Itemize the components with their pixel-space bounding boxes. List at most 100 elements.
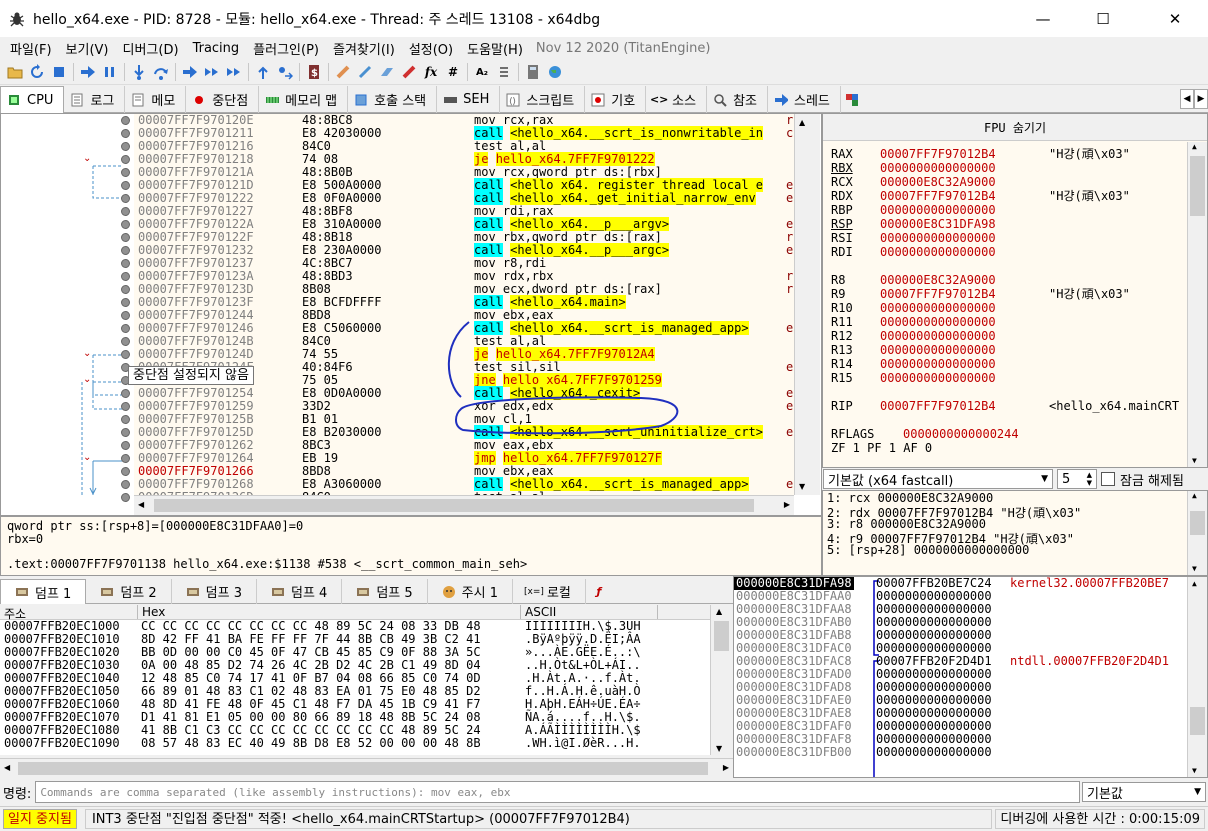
register-row[interactable]: RBP 0000000000000000: [823, 203, 1183, 217]
dump-hex[interactable]: 08 57 48 83 EC 40 49 8B D8 E8 52 00 00 0…: [141, 737, 481, 750]
breakpoint-dot-icon[interactable]: [121, 480, 130, 489]
tab-notes[interactable]: 메모: [125, 86, 187, 113]
bookmark-icon[interactable]: [400, 63, 418, 81]
menu-favourites[interactable]: 즐겨찾기(I): [326, 39, 402, 58]
tab-script[interactable]: ⟨⟩ 스크립트: [500, 86, 586, 113]
register-row[interactable]: R10 0000000000000000: [823, 301, 1183, 315]
scroll-up-icon[interactable]: ▲: [1192, 579, 1197, 588]
breakpoint-dot-icon[interactable]: [121, 493, 130, 502]
register-value[interactable]: 0000000000000000: [880, 231, 996, 245]
disasm-target[interactable]: <hello_x64._register_thread_local_e: [510, 178, 764, 192]
disasm-target[interactable]: hello_x64.7FF7F9701222: [495, 152, 655, 166]
register-value[interactable]: 0000000000000000: [880, 315, 996, 329]
scrollbar-thumb[interactable]: [154, 499, 754, 512]
scroll-down-icon[interactable]: ▼: [1192, 564, 1197, 573]
register-value[interactable]: 0000000000000244: [903, 427, 1019, 441]
breakpoint-dot-icon[interactable]: [121, 259, 130, 268]
register-row[interactable]: R14 0000000000000000: [823, 357, 1183, 371]
disasm-target[interactable]: <hello_x64.__p___argv>: [510, 217, 670, 231]
register-row[interactable]: R13 0000000000000000: [823, 343, 1183, 357]
menu-view[interactable]: 보기(V): [59, 39, 116, 58]
fpu-toggle-button[interactable]: FPU 숨기기: [823, 114, 1207, 141]
tab-seh[interactable]: SEH: [437, 86, 501, 113]
register-row[interactable]: R8 000000E8C32A9000: [823, 273, 1183, 287]
script-icon[interactable]: $: [305, 63, 323, 81]
disasm-target[interactable]: <hello_x64.main>: [510, 295, 626, 309]
breakpoint-dot-icon[interactable]: [121, 389, 130, 398]
disasm-target[interactable]: <hello_x64.__p___argc>: [510, 243, 670, 257]
dump-tab[interactable]: [x=] 로컬: [513, 579, 586, 604]
breakpoint-dot-icon[interactable]: [121, 311, 130, 320]
comment-icon[interactable]: [356, 63, 374, 81]
scroll-down-icon[interactable]: ▼: [716, 744, 722, 753]
close-button[interactable]: ✕: [1152, 0, 1198, 37]
register-value[interactable]: 0000000000000000: [880, 371, 996, 385]
breakpoint-dot-icon[interactable]: [121, 350, 130, 359]
dump-header-hex[interactable]: Hex: [138, 605, 521, 619]
breakpoint-dot-icon[interactable]: [121, 415, 130, 424]
arguments-scrollbar[interactable]: ▲ ▼: [1187, 491, 1207, 575]
pause-icon[interactable]: [101, 63, 119, 81]
register-row[interactable]: R12 0000000000000000: [823, 329, 1183, 343]
register-value[interactable]: 0000000000000000: [880, 161, 996, 175]
register-value[interactable]: 000000E8C31DFA98: [880, 217, 996, 231]
register-row[interactable]: R9 00007FF7F97012B4 "H걍(頑\x03": [823, 287, 1183, 301]
dump-header-ascii[interactable]: ASCII: [521, 605, 658, 619]
scroll-up-icon[interactable]: ▲: [1192, 491, 1197, 500]
register-row[interactable]: ZF 1 PF 1 AF 0: [823, 441, 1183, 455]
breakpoint-dot-icon[interactable]: [121, 142, 130, 151]
register-row[interactable]: RSP 000000E8C31DFA98: [823, 217, 1183, 231]
register-row[interactable]: RSI 0000000000000000: [823, 231, 1183, 245]
breakpoint-dot-icon[interactable]: [121, 116, 130, 125]
disasm-target[interactable]: <hello_x64.__scrt_is_managed_app>: [510, 477, 749, 491]
dump-tab[interactable]: 주시 1: [428, 579, 513, 604]
register-row[interactable]: R11 0000000000000000: [823, 315, 1183, 329]
register-row[interactable]: RCX 000000E8C32A9000: [823, 175, 1183, 189]
stack-value[interactable]: 0000000000000000: [876, 746, 992, 759]
command-mode-select[interactable]: 기본값 ▼: [1082, 782, 1206, 802]
disasm-target[interactable]: hello_x64.7FF7F97012A4: [495, 347, 655, 361]
dump-row[interactable]: 00007FFB20EC1090 08 57 48 83 EC 40 49 8B …: [0, 737, 710, 750]
scrollbar-thumb[interactable]: [1190, 511, 1205, 535]
disasm-target[interactable]: <hello_x64._get_initial_narrow_env: [510, 191, 756, 205]
register-value[interactable]: 0000000000000000: [880, 329, 996, 343]
scroll-up-icon[interactable]: ▲: [716, 607, 722, 616]
breakpoint-dot-icon[interactable]: [121, 402, 130, 411]
dump-ascii[interactable]: .WH.ì@I.ØèR...H.: [525, 737, 641, 750]
tab-scroll-right-icon[interactable]: ▶: [1194, 89, 1208, 109]
function-icon[interactable]: fx: [422, 63, 440, 81]
run-icon[interactable]: [79, 63, 97, 81]
stack-row[interactable]: 000000E8C31DFB00 0000000000000000: [734, 746, 1207, 759]
tab-memory-map[interactable]: 메모리 맵: [259, 86, 349, 113]
step-over-icon[interactable]: [152, 63, 170, 81]
breakpoint-dot-icon[interactable]: [121, 246, 130, 255]
dump-tab[interactable]: 덤프 1: [0, 579, 87, 604]
tab-threads[interactable]: 스레드: [768, 86, 841, 113]
tab-symbols[interactable]: 기호: [585, 86, 647, 113]
tab-scroll-left-icon[interactable]: ◀: [1180, 89, 1194, 109]
disasm-horizontal-scrollbar[interactable]: ◀ ▶: [134, 495, 794, 515]
register-value[interactable]: 00007FF7F97012B4: [880, 189, 996, 203]
register-value[interactable]: 0000000000000000: [880, 357, 996, 371]
scroll-left-icon[interactable]: ◀: [4, 763, 10, 772]
stack-scrollbar[interactable]: ▲ ▼: [1187, 577, 1207, 777]
menu-options[interactable]: 설정(O): [402, 39, 460, 58]
disasm-target[interactable]: hello_x64.7FF7F970127F: [502, 451, 662, 465]
scroll-up-icon[interactable]: ▲: [799, 118, 805, 127]
dump-tab[interactable]: 덤프 4: [257, 579, 343, 604]
disasm-target[interactable]: <hello_x64._cexit>: [510, 386, 641, 400]
breakpoint-dot-icon[interactable]: [121, 168, 130, 177]
tab-references[interactable]: 참조: [707, 86, 768, 113]
dump-header-address[interactable]: 주소: [0, 605, 138, 621]
scrollbar-thumb[interactable]: [18, 762, 708, 775]
tab-breakpoints[interactable]: 중단점: [186, 86, 260, 113]
dump-scrollbar[interactable]: ▲ ▼: [710, 605, 732, 755]
trace-into-icon[interactable]: [181, 63, 199, 81]
register-row[interactable]: RDX 00007FF7F97012B4 "H걍(頑\x03": [823, 189, 1183, 203]
register-value[interactable]: 000000E8C32A9000: [880, 175, 996, 189]
register-value[interactable]: 0000000000000000: [880, 203, 996, 217]
menu-tracing[interactable]: Tracing: [186, 41, 247, 56]
globe-icon[interactable]: [546, 63, 564, 81]
trace-over-icon[interactable]: [203, 63, 221, 81]
arg-count-stepper[interactable]: 5 ▲ ▼: [1057, 469, 1097, 489]
